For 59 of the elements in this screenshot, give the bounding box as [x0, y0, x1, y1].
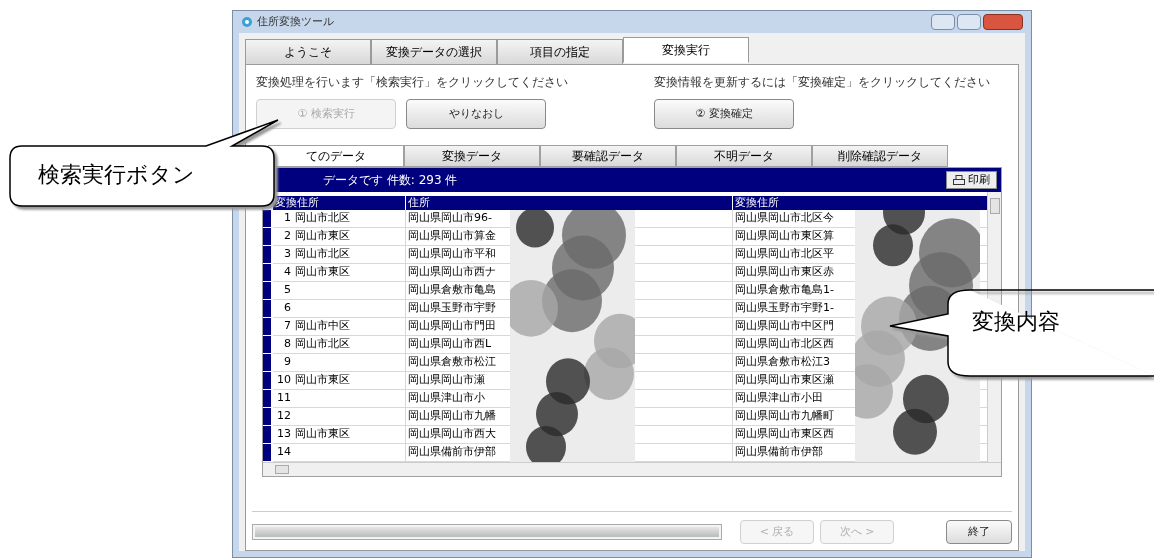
instruction-text: 変換処理を行います「検索実行」をクリックしてください — [256, 74, 569, 91]
table-cell: 岡山県岡山市北区今 — [735, 211, 834, 224]
table-cell: 岡山県玉野市宇野 — [408, 301, 496, 314]
column-header: 変換住所 — [273, 196, 405, 210]
row-number: 10 — [276, 372, 292, 388]
row-number: 6 — [283, 300, 292, 316]
row-number: 9 — [283, 354, 292, 370]
row-number: 5 — [283, 282, 292, 298]
table-cell: 岡山県岡山市東区算 — [735, 229, 834, 242]
instruction-text: 変換情報を更新するには「変換確定」をクリックしてください — [654, 74, 991, 91]
callout-text: 変換内容 — [972, 308, 1060, 336]
table-cell: 岡山県岡山市東区瀬 — [735, 373, 834, 386]
table-cell: 岡山県岡山市東区赤 — [735, 265, 834, 278]
row-number: 13 — [276, 426, 292, 442]
row-number: 14 — [276, 444, 292, 460]
column-header: 住所 — [405, 196, 732, 210]
table-cell-text: 岡山市東区 — [294, 264, 350, 280]
table-cell: 岡山県岡山市算金 — [408, 229, 496, 242]
row-number: 12 — [276, 408, 292, 424]
table-cell: 岡山県備前市伊部 — [735, 445, 823, 458]
table-cell: 岡山県玉野市宇野1- — [735, 301, 834, 314]
table-cell-text: 岡山市中区 — [294, 318, 350, 334]
table-cell: 岡山県岡山市北区西 — [735, 337, 834, 350]
table-cell: 岡山県岡山市門田 — [408, 319, 496, 332]
table-cell: 岡山県岡山市西大 — [408, 427, 496, 440]
table-cell: 岡山県岡山市西L — [408, 337, 492, 350]
table-cell: 岡山県岡山市中区門 — [735, 319, 834, 332]
row-number: 8 — [283, 336, 292, 352]
table-cell: 岡山県倉敷市亀島1- — [735, 283, 834, 296]
row-number: 4 — [283, 264, 292, 280]
table-cell: 岡山県津山市小田 — [735, 391, 823, 404]
table-cell: 岡山県倉敷市亀島 — [408, 283, 496, 296]
column-header: 変換住所 — [732, 196, 987, 210]
table-cell-text: 岡山市北区 — [294, 336, 350, 352]
table-cell-text: 岡山市東区 — [294, 426, 350, 442]
table-cell: 岡山県岡山市西ナ — [408, 265, 496, 278]
record-count: データです 件数: 293 件 — [323, 172, 458, 189]
row-number: 7 — [283, 318, 292, 334]
row-number: 3 — [283, 246, 292, 262]
callout-text: 検索実行ボタン — [38, 161, 195, 189]
table-cell-text: 岡山市東区 — [294, 372, 350, 388]
table-cell-text: 岡山市北区 — [294, 210, 350, 226]
table-cell: 岡山県岡山市96- — [408, 211, 492, 224]
table-cell-text: 岡山市東区 — [294, 228, 350, 244]
table-cell: 岡山県岡山市九幡 — [408, 409, 496, 422]
table-cell: 岡山県岡山市瀬 — [408, 373, 485, 386]
row-number: 11 — [276, 390, 292, 406]
table-cell: 岡山県備前市伊部 — [408, 445, 496, 458]
table-cell: 岡山県倉敷市松江 — [408, 355, 496, 368]
table-cell: 岡山県津山市小 — [408, 391, 485, 404]
window-title: 住所変換ツール — [257, 13, 334, 30]
table-cell: 岡山県岡山市北区平 — [735, 247, 834, 260]
table-cell: 岡山県岡山市東区西 — [735, 427, 834, 440]
table-cell: 岡山県岡山市平和 — [408, 247, 496, 260]
row-number: 1 — [283, 210, 292, 226]
table-cell: 岡山県岡山市九幡町 — [735, 409, 834, 422]
table-cell-text: 岡山市北区 — [294, 246, 350, 262]
row-number: 2 — [283, 228, 292, 244]
table-cell: 岡山県倉敷市松江3 — [735, 355, 830, 368]
